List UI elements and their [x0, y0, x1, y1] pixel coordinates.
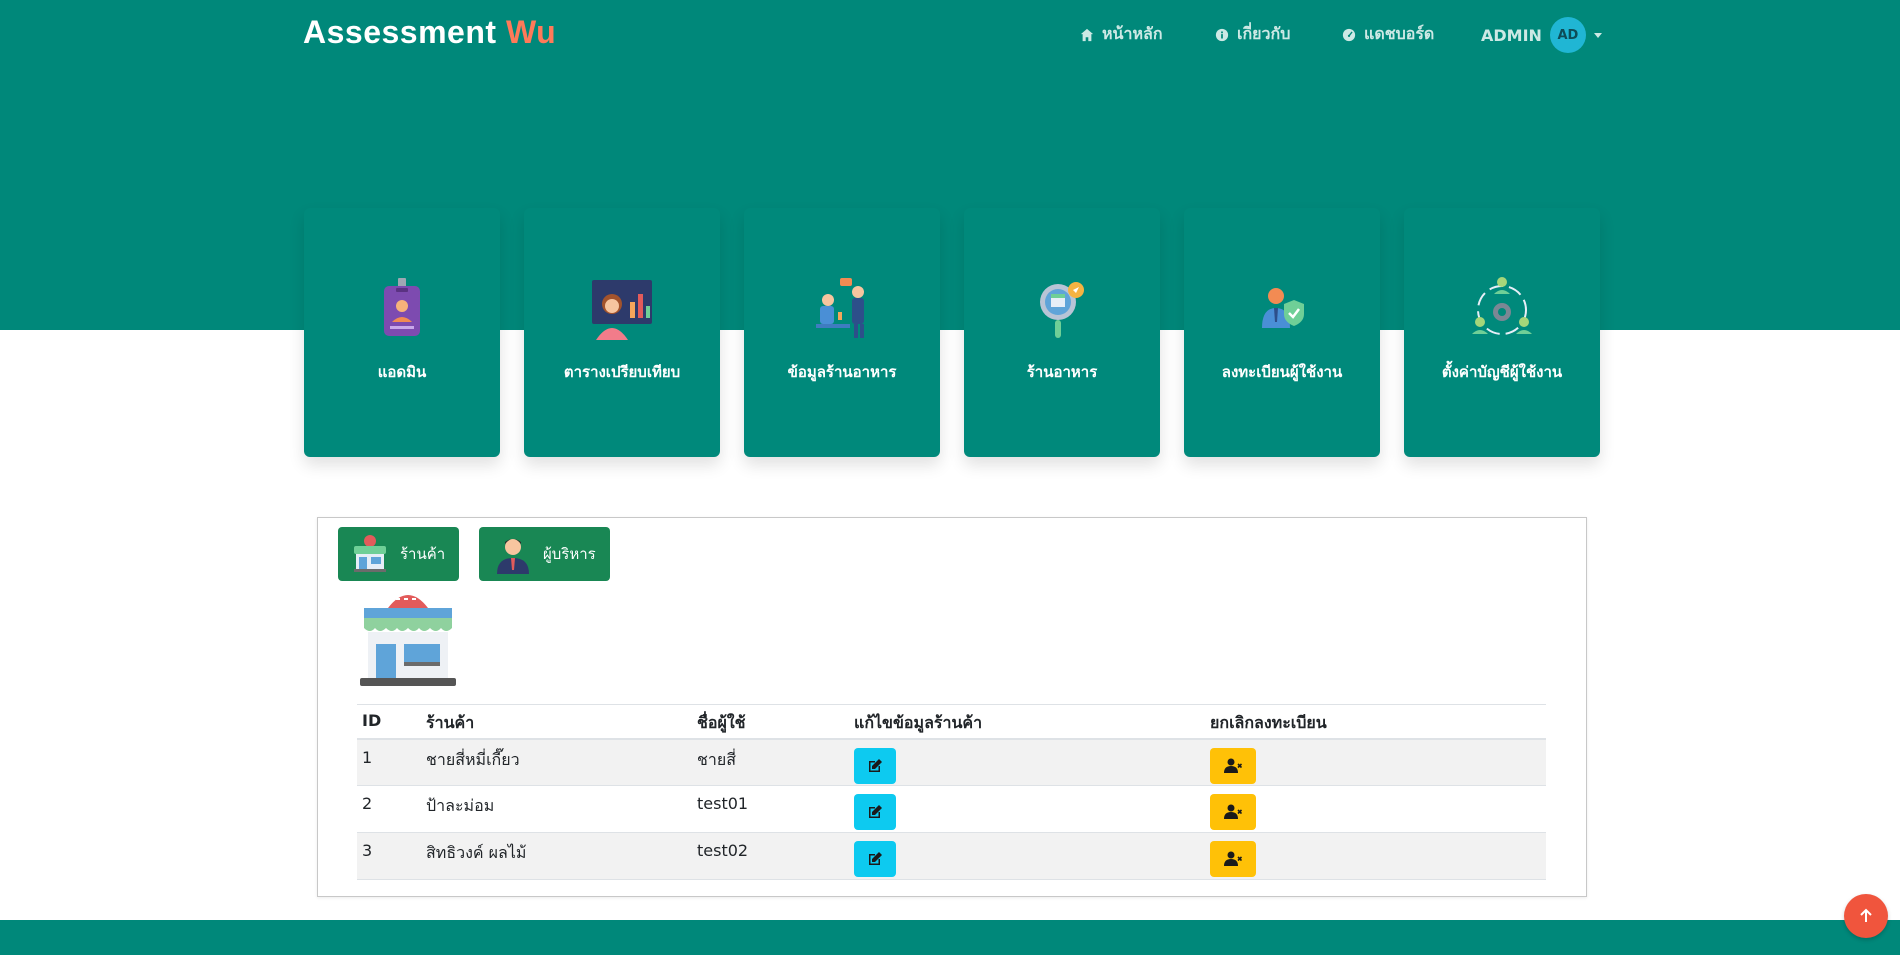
cell-id: 3: [357, 832, 421, 880]
nav-dashboard-label: แดชบอร์ด: [1364, 24, 1435, 43]
card-restaurant[interactable]: ร้านอาหาร: [964, 208, 1160, 457]
column-header-id: ID: [357, 704, 421, 740]
top-navbar: Assessment Wu หน้าหลัก เกี่ยวกับ แดชบอร์…: [0, 0, 1900, 70]
cell-shop: ป้าละม่อม: [421, 785, 692, 833]
card-restaurant-info[interactable]: ข้อมูลร้านอาหาร: [744, 208, 940, 457]
edit-shop-button[interactable]: [854, 794, 896, 830]
table-header-row: ID ร้านค้า ชื่อผู้ใช้ แก้ไขข้อมูลร้านค้า…: [357, 704, 1546, 740]
restaurant-search-icon: [1040, 282, 1084, 338]
users-settings-icon: [1472, 277, 1532, 335]
card-restaurant-label: ร้านอาหาร: [1026, 363, 1098, 381]
shop-table: ID ร้านค้า ชื่อผู้ใช้ แก้ไขข้อมูลร้านค้า…: [357, 704, 1546, 880]
brand-accent-text: Wu: [505, 14, 557, 50]
edit-shop-button[interactable]: [854, 841, 896, 877]
nav-dashboard-link[interactable]: แดชบอร์ด: [1342, 22, 1434, 47]
store-icon: [354, 535, 386, 572]
user-remove-icon: [1224, 758, 1242, 773]
cell-edit: [849, 785, 1205, 833]
card-user-registration-label: ลงทะเบียนผู้ใช้งาน: [1221, 363, 1343, 381]
cell-shop: ชายสี่หมี่เกี๊ยว: [421, 738, 692, 786]
column-header-shop: ร้านค้า: [421, 704, 692, 740]
dashboard-gauge-icon: [1342, 28, 1356, 41]
cell-unregister: [1205, 832, 1546, 880]
cell-unregister: [1205, 738, 1546, 786]
card-admin-label: แอดมิน: [377, 363, 427, 381]
shop-management-panel: ร้านค้า ผู้บริหาร ID ร้านค้า ชื่อผู้ใช้: [317, 517, 1587, 897]
cell-id: 1: [357, 738, 421, 786]
footer-bar: [0, 920, 1900, 955]
nav-about-link[interactable]: เกี่ยวกับ: [1215, 22, 1290, 47]
tab-executive-label: ผู้บริหาร: [543, 545, 596, 563]
user-menu-label: ADMIN: [1481, 25, 1542, 45]
column-header-unregister: ยกเลิกลงทะเบียน: [1205, 704, 1546, 740]
unregister-button[interactable]: [1210, 794, 1256, 830]
brand-main-text: Assessment: [303, 14, 497, 50]
nav-home-label: หน้าหลัก: [1102, 24, 1163, 43]
scroll-to-top-button[interactable]: [1844, 894, 1888, 938]
executive-icon: [497, 539, 529, 574]
cell-shop: สิทธิวงค์ ผลไม้: [421, 832, 692, 880]
card-admin[interactable]: แอดมิน: [304, 208, 500, 457]
tab-executive[interactable]: ผู้บริหาร: [479, 527, 610, 581]
restaurant-service-icon: [816, 278, 864, 338]
nav-about-label: เกี่ยวกับ: [1237, 24, 1291, 43]
card-account-settings[interactable]: ตั้งค่าบัญชีผู้ใช้งาน: [1404, 208, 1600, 457]
unregister-button[interactable]: [1210, 747, 1256, 784]
avatar: AD: [1549, 17, 1586, 53]
column-header-username: ชื่อผู้ใช้: [692, 704, 849, 740]
presentation-chart-icon: [592, 280, 652, 340]
table-row: 2 ป้าละม่อม test01: [357, 785, 1546, 833]
cell-id: 2: [357, 785, 421, 833]
nav-home-link[interactable]: หน้าหลัก: [1080, 22, 1163, 47]
tab-shop[interactable]: ร้านค้า: [338, 527, 459, 581]
card-comparison-table[interactable]: ตารางเปรียบเทียบ: [524, 208, 720, 457]
user-remove-icon: [1224, 804, 1242, 819]
card-comparison-label: ตารางเปรียบเทียบ: [563, 363, 681, 381]
edit-shop-button[interactable]: [854, 747, 896, 784]
cell-username: test01: [692, 785, 849, 833]
hero-banner: [0, 70, 1900, 330]
id-badge-icon: [384, 278, 420, 336]
arrow-up-icon: [1860, 908, 1872, 922]
tab-shop-label: ร้านค้า: [400, 545, 446, 563]
card-user-registration[interactable]: ลงทะเบียนผู้ใช้งาน: [1184, 208, 1380, 457]
unregister-button[interactable]: [1210, 841, 1256, 877]
column-header-edit: แก้ไขข้อมูลร้านค้า: [849, 704, 1205, 740]
card-restaurant-info-label: ข้อมูลร้านอาหาร: [787, 363, 897, 381]
store-illustration-icon: [360, 595, 456, 686]
cell-username: ชายสี่: [692, 738, 849, 786]
table-row: 3 สิทธิวงค์ ผลไม้ test02: [357, 832, 1546, 880]
card-account-settings-label: ตั้งค่าบัญชีผู้ใช้งาน: [1441, 363, 1563, 381]
table-row: 1 ชายสี่หมี่เกี๊ยว ชายสี่: [357, 738, 1546, 786]
user-shield-icon: [1262, 288, 1304, 328]
info-icon: [1215, 28, 1229, 41]
user-menu-dropdown[interactable]: ADMIN AD: [1481, 17, 1602, 53]
home-icon: [1080, 28, 1094, 41]
caret-down-icon: [1593, 32, 1602, 38]
edit-icon: [869, 852, 882, 865]
brand-logo[interactable]: Assessment Wu: [303, 14, 556, 51]
cell-unregister: [1205, 785, 1546, 833]
cell-edit: [849, 832, 1205, 880]
edit-icon: [869, 805, 882, 818]
user-remove-icon: [1224, 851, 1242, 866]
cell-edit: [849, 738, 1205, 786]
edit-icon: [869, 758, 882, 772]
cell-username: test02: [692, 832, 849, 880]
